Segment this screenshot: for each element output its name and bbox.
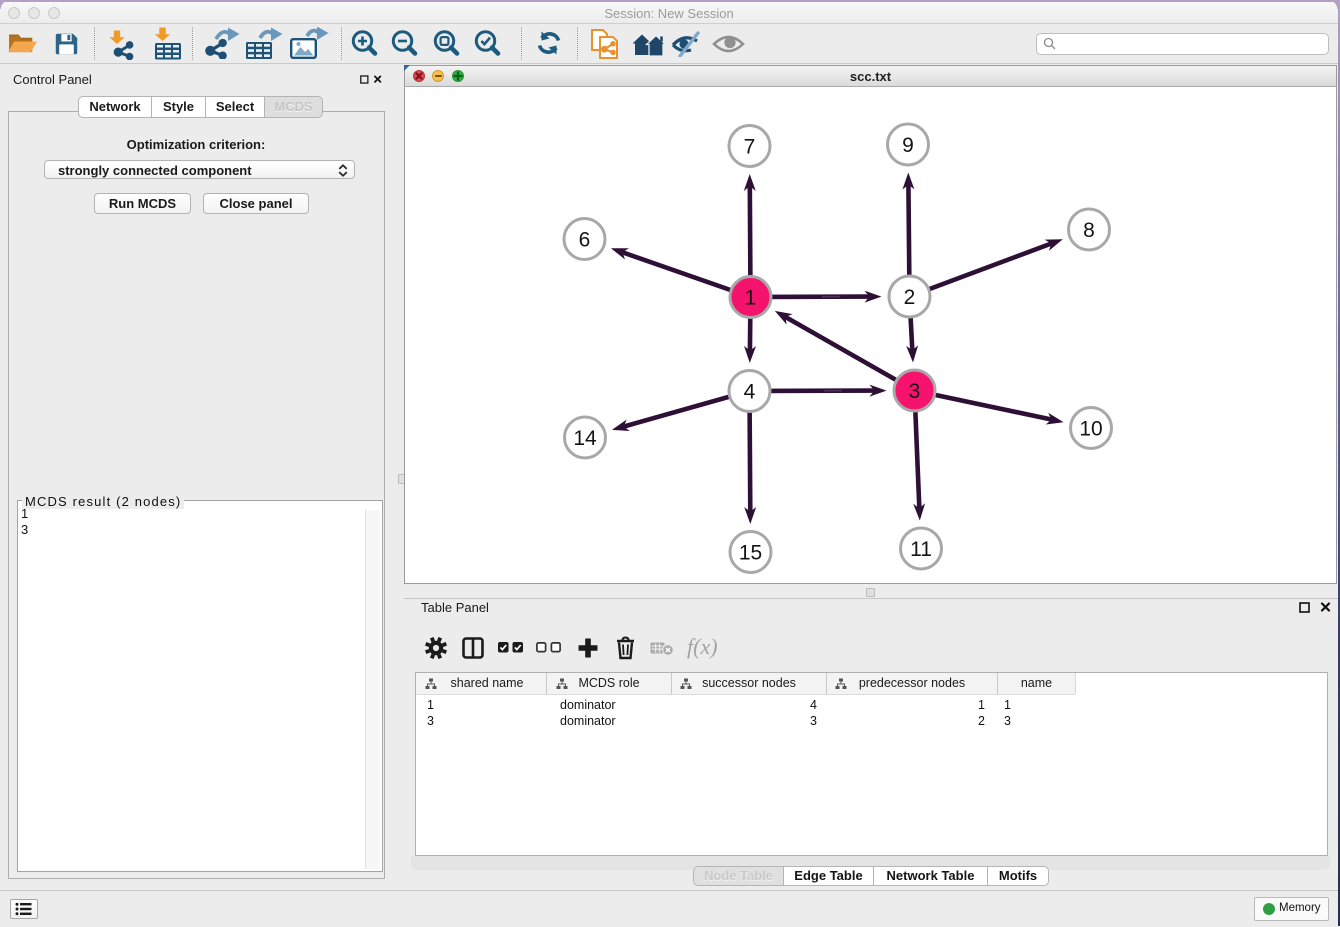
svg-text:3: 3 — [909, 380, 921, 403]
svg-text:15: 15 — [739, 541, 762, 564]
svg-text:10: 10 — [1079, 417, 1102, 440]
svg-text:2: 2 — [904, 286, 916, 309]
svg-text:1: 1 — [745, 286, 757, 309]
svg-text:11: 11 — [910, 538, 932, 561]
svg-text:14: 14 — [573, 427, 597, 450]
svg-text:9: 9 — [902, 134, 914, 157]
svg-text:6: 6 — [579, 228, 591, 251]
svg-text:8: 8 — [1083, 219, 1095, 242]
svg-text:4: 4 — [744, 380, 756, 403]
svg-text:7: 7 — [744, 135, 756, 158]
